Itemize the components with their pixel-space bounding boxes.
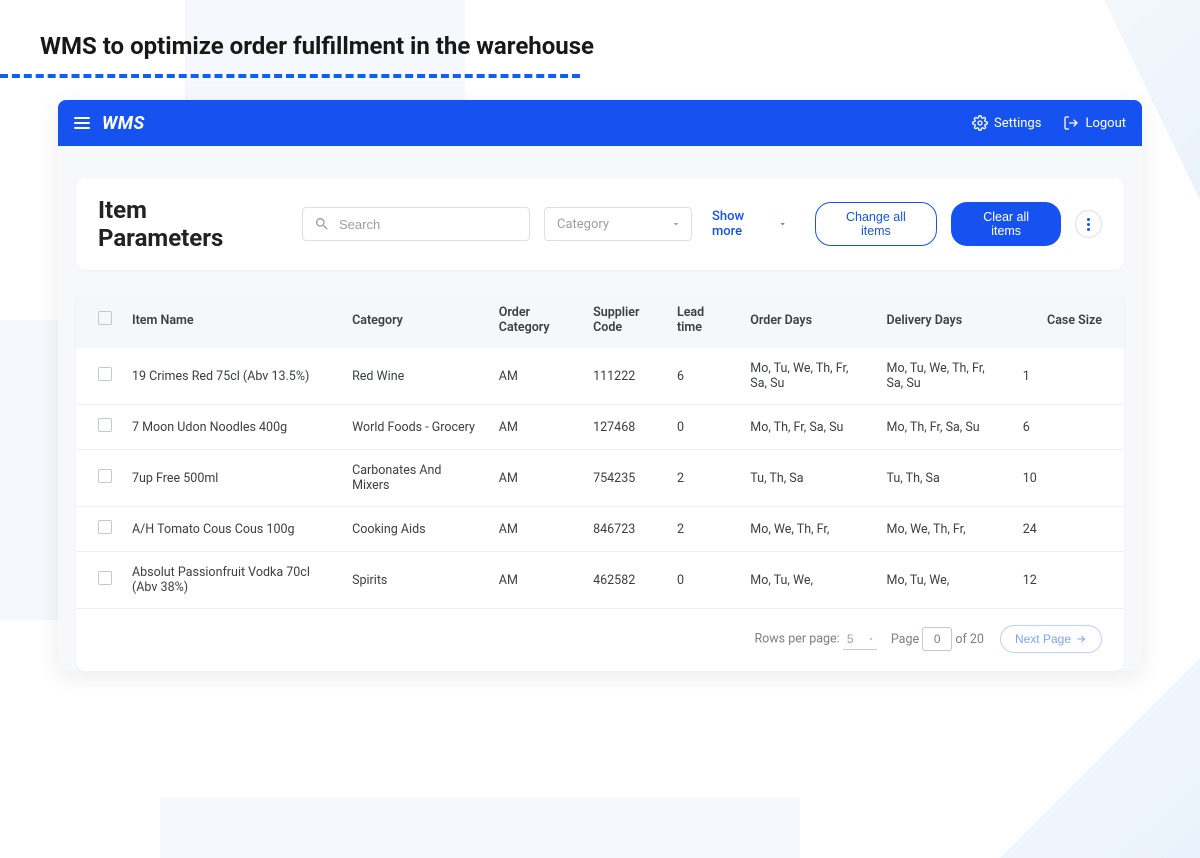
items-table: Item Name Category Order Category Suppli… (76, 292, 1124, 609)
next-page-button[interactable]: Next Page (1000, 625, 1102, 653)
cell-item-name: 19 Crimes Red 75cl (Abv 13.5%) (122, 348, 342, 405)
cell-case-size: 10 (1013, 450, 1124, 507)
next-page-label: Next Page (1015, 632, 1071, 646)
cell-delivery-days: Mo, Th, Fr, Sa, Su (877, 405, 1013, 450)
table-row: Absolut Passionfruit Vodka 70cl (Abv 38%… (76, 552, 1124, 609)
page-of-label: of 20 (955, 632, 984, 647)
page-heading: WMS to optimize order fulfillment in the… (0, 0, 1200, 74)
chevron-down-icon (778, 219, 787, 229)
cell-case-size: 24 (1013, 507, 1124, 552)
row-checkbox[interactable] (98, 469, 112, 483)
cell-order-category: AM (489, 450, 583, 507)
col-lead-time: Lead time (667, 292, 740, 348)
col-order-category: Order Category (489, 292, 583, 348)
rows-per-page-select[interactable] (843, 628, 877, 650)
arrow-right-icon (1075, 633, 1087, 645)
cell-supplier-code: 846723 (583, 507, 667, 552)
show-more-label: Show more (712, 209, 774, 239)
change-all-button[interactable]: Change all items (815, 202, 937, 246)
cell-lead-time: 2 (667, 507, 740, 552)
cell-item-name: 7up Free 500ml (122, 450, 342, 507)
page-input[interactable] (922, 627, 952, 651)
table-row: 19 Crimes Red 75cl (Abv 13.5%)Red WineAM… (76, 348, 1124, 405)
app-topbar: WMS Settings Logout (58, 100, 1142, 146)
cell-category: Cooking Aids (342, 507, 489, 552)
col-case-size: Case Size (1013, 292, 1124, 348)
cell-supplier-code: 111222 (583, 348, 667, 405)
table-header-row: Item Name Category Order Category Suppli… (76, 292, 1124, 348)
cell-order-days: Mo, We, Th, Fr, (740, 507, 876, 552)
cell-order-category: AM (489, 507, 583, 552)
cell-case-size: 1 (1013, 348, 1124, 405)
logo: WMS (102, 113, 145, 134)
cell-category: Spirits (342, 552, 489, 609)
search-icon (314, 216, 330, 232)
table-row: 7 Moon Udon Noodles 400gWorld Foods - Gr… (76, 405, 1124, 450)
menu-icon[interactable] (74, 117, 90, 129)
pager: Rows per page: Page of 20 Next Page (76, 609, 1124, 653)
cell-order-days: Mo, Tu, We, (740, 552, 876, 609)
cell-order-category: AM (489, 405, 583, 450)
cell-case-size: 12 (1013, 552, 1124, 609)
logout-label: Logout (1085, 116, 1126, 131)
cell-supplier-code: 462582 (583, 552, 667, 609)
cell-case-size: 6 (1013, 405, 1124, 450)
cell-delivery-days: Mo, Tu, We, (877, 552, 1013, 609)
cell-item-name: A/H Tomato Cous Cous 100g (122, 507, 342, 552)
app-frame: WMS Settings Logout Item Parameters Cate… (58, 100, 1142, 671)
search-input[interactable] (302, 207, 530, 241)
cell-lead-time: 0 (667, 405, 740, 450)
page-title: Item Parameters (98, 196, 268, 252)
cell-item-name: 7 Moon Udon Noodles 400g (122, 405, 342, 450)
cell-lead-time: 0 (667, 552, 740, 609)
cell-item-name: Absolut Passionfruit Vodka 70cl (Abv 38%… (122, 552, 342, 609)
cell-lead-time: 2 (667, 450, 740, 507)
row-checkbox[interactable] (98, 571, 112, 585)
logout-icon (1063, 115, 1079, 131)
table-card: Item Name Category Order Category Suppli… (76, 292, 1124, 671)
divider (0, 74, 580, 78)
col-delivery-days: Delivery Days (877, 292, 1013, 348)
rows-per-page-label: Rows per page: (754, 632, 839, 647)
row-checkbox[interactable] (98, 520, 112, 534)
category-select[interactable]: Category (544, 207, 692, 241)
row-checkbox[interactable] (98, 367, 112, 381)
row-checkbox[interactable] (98, 418, 112, 432)
col-category: Category (342, 292, 489, 348)
cell-order-days: Tu, Th, Sa (740, 450, 876, 507)
page-label: Page (891, 632, 919, 647)
gear-icon (972, 115, 988, 131)
cell-order-category: AM (489, 348, 583, 405)
col-order-days: Order Days (740, 292, 876, 348)
col-supplier-code: Supplier Code (583, 292, 667, 348)
cell-lead-time: 6 (667, 348, 740, 405)
table-row: A/H Tomato Cous Cous 100gCooking AidsAM8… (76, 507, 1124, 552)
cell-supplier-code: 754235 (583, 450, 667, 507)
cell-order-category: AM (489, 552, 583, 609)
col-item-name: Item Name (122, 292, 342, 348)
table-row: 7up Free 500mlCarbonates And MixersAM754… (76, 450, 1124, 507)
cell-order-days: Mo, Tu, We, Th, Fr, Sa, Su (740, 348, 876, 405)
select-all-checkbox[interactable] (98, 311, 112, 325)
filter-card: Item Parameters Category Show more Chang… (76, 178, 1124, 270)
settings-label: Settings (994, 116, 1041, 131)
cell-delivery-days: Mo, We, Th, Fr, (877, 507, 1013, 552)
cell-supplier-code: 127468 (583, 405, 667, 450)
cell-category: World Foods - Grocery (342, 405, 489, 450)
cell-delivery-days: Tu, Th, Sa (877, 450, 1013, 507)
cell-order-days: Mo, Th, Fr, Sa, Su (740, 405, 876, 450)
settings-button[interactable]: Settings (972, 115, 1041, 131)
cell-category: Red Wine (342, 348, 489, 405)
logout-button[interactable]: Logout (1063, 115, 1126, 131)
cell-delivery-days: Mo, Tu, We, Th, Fr, Sa, Su (877, 348, 1013, 405)
cell-category: Carbonates And Mixers (342, 450, 489, 507)
show-more-link[interactable]: Show more (712, 209, 787, 239)
clear-all-button[interactable]: Clear all items (951, 202, 1062, 246)
more-actions-button[interactable] (1075, 210, 1102, 238)
